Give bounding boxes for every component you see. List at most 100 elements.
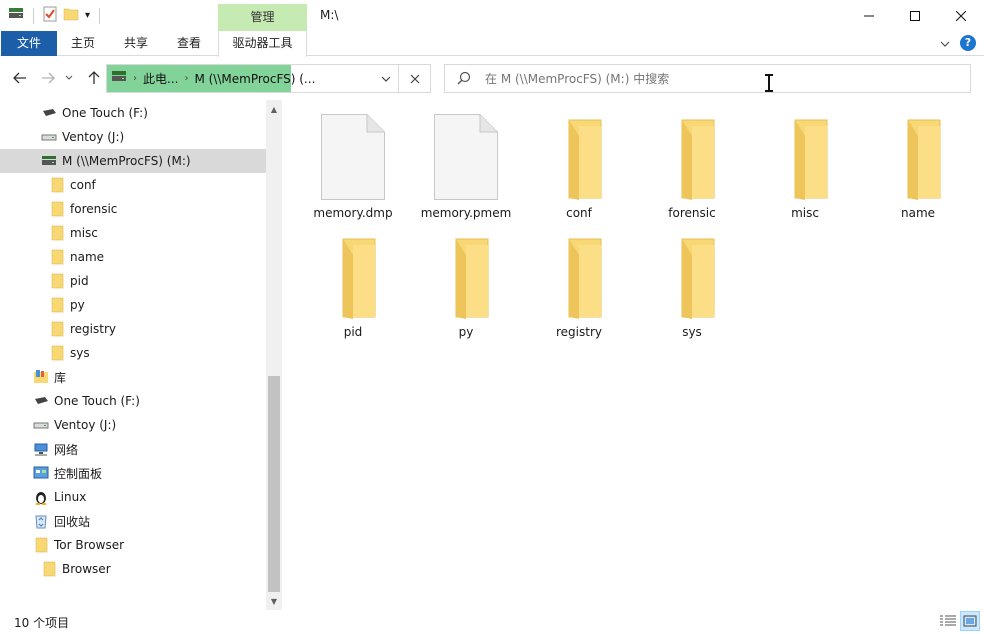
usb-drive-icon (32, 417, 50, 433)
view-switcher (938, 611, 980, 631)
chevron-right-icon[interactable]: › (184, 73, 188, 84)
breadcrumb-this-pc[interactable]: 此电... (143, 70, 178, 87)
minimize-button[interactable] (846, 0, 892, 31)
scroll-up-arrow-icon[interactable]: ▲ (266, 102, 282, 116)
folder-icon (32, 537, 50, 553)
item-count: 10 个项目 (14, 616, 70, 630)
sidebar-item-one-touch[interactable]: One Touch (F:) (0, 101, 266, 125)
large-icons-view-icon[interactable] (960, 611, 980, 631)
address-history-button[interactable] (375, 65, 397, 92)
sidebar-item-one-touch-2[interactable]: One Touch (F:) (0, 389, 266, 413)
folder-icon (48, 249, 66, 265)
sidebar-item-name[interactable]: name (0, 245, 266, 269)
folder-item-conf[interactable]: conf (524, 108, 634, 224)
folder-item-misc[interactable]: misc (750, 108, 860, 224)
recent-locations-button[interactable] (62, 68, 76, 88)
folder-icon (48, 297, 66, 313)
file-list-view: memory.dmp memory.pmem conf forensic mis… (298, 108, 978, 608)
folder-icon (40, 561, 58, 577)
linux-icon (32, 489, 50, 505)
folder-icon (48, 201, 66, 217)
sidebar-item-sys[interactable]: sys (0, 341, 266, 365)
folder-item-name[interactable]: name (863, 108, 973, 224)
usb-drive-icon (40, 129, 58, 145)
details-view-icon[interactable] (938, 611, 958, 631)
close-button[interactable] (938, 0, 984, 31)
scrollbar-thumb[interactable] (268, 376, 280, 592)
search-input[interactable] (485, 70, 955, 88)
drive-icon[interactable] (8, 7, 24, 24)
folder-item-py[interactable]: py (411, 227, 521, 343)
folder-icon (660, 114, 724, 200)
sidebar-item-ventoy-2[interactable]: Ventoy (J:) (0, 413, 266, 437)
forward-button[interactable] (38, 68, 58, 88)
search-box[interactable] (444, 64, 971, 93)
tab-view[interactable]: 查看 (168, 31, 210, 56)
qat-divider (99, 7, 101, 24)
window-controls (846, 0, 984, 31)
sidebar-item-py[interactable]: py (0, 293, 266, 317)
tab-home[interactable]: 主页 (62, 31, 104, 56)
sidebar-item-registry[interactable]: registry (0, 317, 266, 341)
file-item-memory-dmp[interactable]: memory.dmp (298, 108, 408, 224)
document-icon (321, 114, 385, 200)
sidebar-item-memprocfs[interactable]: M (\\MemProcFS) (M:) (0, 149, 266, 173)
sidebar-item-linux[interactable]: Linux (0, 485, 266, 509)
folder-icon (773, 114, 837, 200)
navigation-pane: One Touch (F:) Ventoy (J:) M (\\MemProcF… (0, 100, 266, 610)
help-icon[interactable]: ? (960, 35, 976, 51)
ribbon-right-controls: ? (940, 35, 976, 51)
recycle-bin-icon (32, 513, 50, 529)
sidebar-item-pid[interactable]: pid (0, 269, 266, 293)
file-item-memory-pmem[interactable]: memory.pmem (411, 108, 521, 224)
folder-icon (660, 233, 724, 319)
customize-qat-icon[interactable]: ▾ (85, 10, 90, 21)
up-button[interactable] (84, 68, 104, 88)
sidebar-item-conf[interactable]: conf (0, 173, 266, 197)
scroll-down-arrow-icon[interactable]: ▼ (266, 594, 282, 608)
maximize-button[interactable] (892, 0, 938, 31)
new-folder-icon[interactable] (63, 6, 79, 25)
folder-item-sys[interactable]: sys (637, 227, 747, 343)
folder-icon (547, 233, 611, 319)
folder-icon (48, 177, 66, 193)
sidebar-item-tor-browser[interactable]: Tor Browser (0, 533, 266, 557)
stop-button[interactable] (398, 65, 431, 92)
folder-item-registry[interactable]: registry (524, 227, 634, 343)
sidebar-item-forensic[interactable]: forensic (0, 197, 266, 221)
sidebar-item-browser[interactable]: Browser (0, 557, 266, 581)
sidebar-item-misc[interactable]: misc (0, 221, 266, 245)
folder-icon (547, 114, 611, 200)
properties-icon[interactable] (43, 6, 57, 25)
network-icon (32, 441, 50, 457)
back-button[interactable] (10, 68, 30, 88)
chevron-right-icon[interactable]: › (133, 73, 137, 84)
folder-item-pid[interactable]: pid (298, 227, 408, 343)
sidebar-item-network[interactable]: 网络 (0, 437, 266, 461)
expand-ribbon-icon[interactable] (940, 36, 950, 50)
folder-icon (48, 345, 66, 361)
document-icon (434, 114, 498, 200)
folder-icon (886, 114, 950, 200)
qat-divider (33, 7, 34, 24)
search-icon (457, 71, 471, 88)
folder-item-forensic[interactable]: forensic (637, 108, 747, 224)
library-icon (32, 369, 50, 385)
address-bar[interactable]: › 此电... › M (\\MemProcFS) (... (106, 64, 431, 93)
folder-icon (321, 233, 385, 319)
quick-access-toolbar: ▾ (8, 6, 103, 25)
tab-drive-tools[interactable]: 驱动器工具 (218, 31, 307, 57)
network-drive-icon (111, 70, 127, 87)
sidebar-scrollbar[interactable]: ▲ ▼ (266, 100, 282, 610)
breadcrumb-drive[interactable]: M (\\MemProcFS) (... (194, 72, 315, 86)
sidebar-item-recycle-bin[interactable]: 回收站 (0, 509, 266, 533)
tab-file[interactable]: 文件 (1, 31, 57, 56)
sidebar-item-ventoy[interactable]: Ventoy (J:) (0, 125, 266, 149)
breadcrumb: › 此电... › M (\\MemProcFS) (... (111, 65, 315, 92)
manage-context-tab[interactable]: 管理 (218, 4, 307, 31)
window-title: M:\ (320, 8, 339, 22)
sidebar-item-libraries[interactable]: 库 (0, 365, 266, 389)
ribbon-tabs: 文件 主页 共享 查看 驱动器工具 ? (0, 31, 984, 57)
sidebar-item-control-panel[interactable]: 控制面板 (0, 461, 266, 485)
tab-share[interactable]: 共享 (115, 31, 157, 56)
